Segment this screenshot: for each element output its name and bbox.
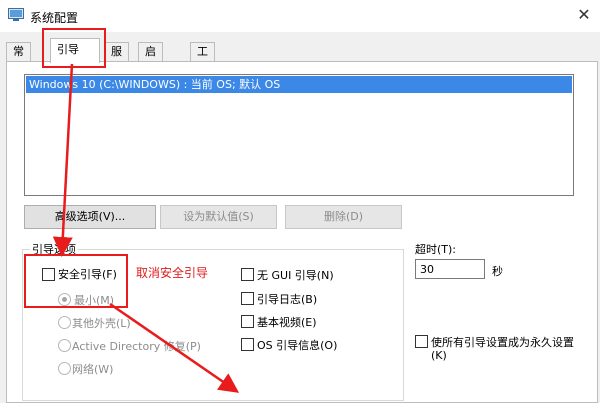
tab-boot[interactable]: 引导: [50, 38, 100, 63]
annotation-arrow-1: [52, 63, 74, 257]
annotation-arrow-2: [109, 302, 240, 393]
